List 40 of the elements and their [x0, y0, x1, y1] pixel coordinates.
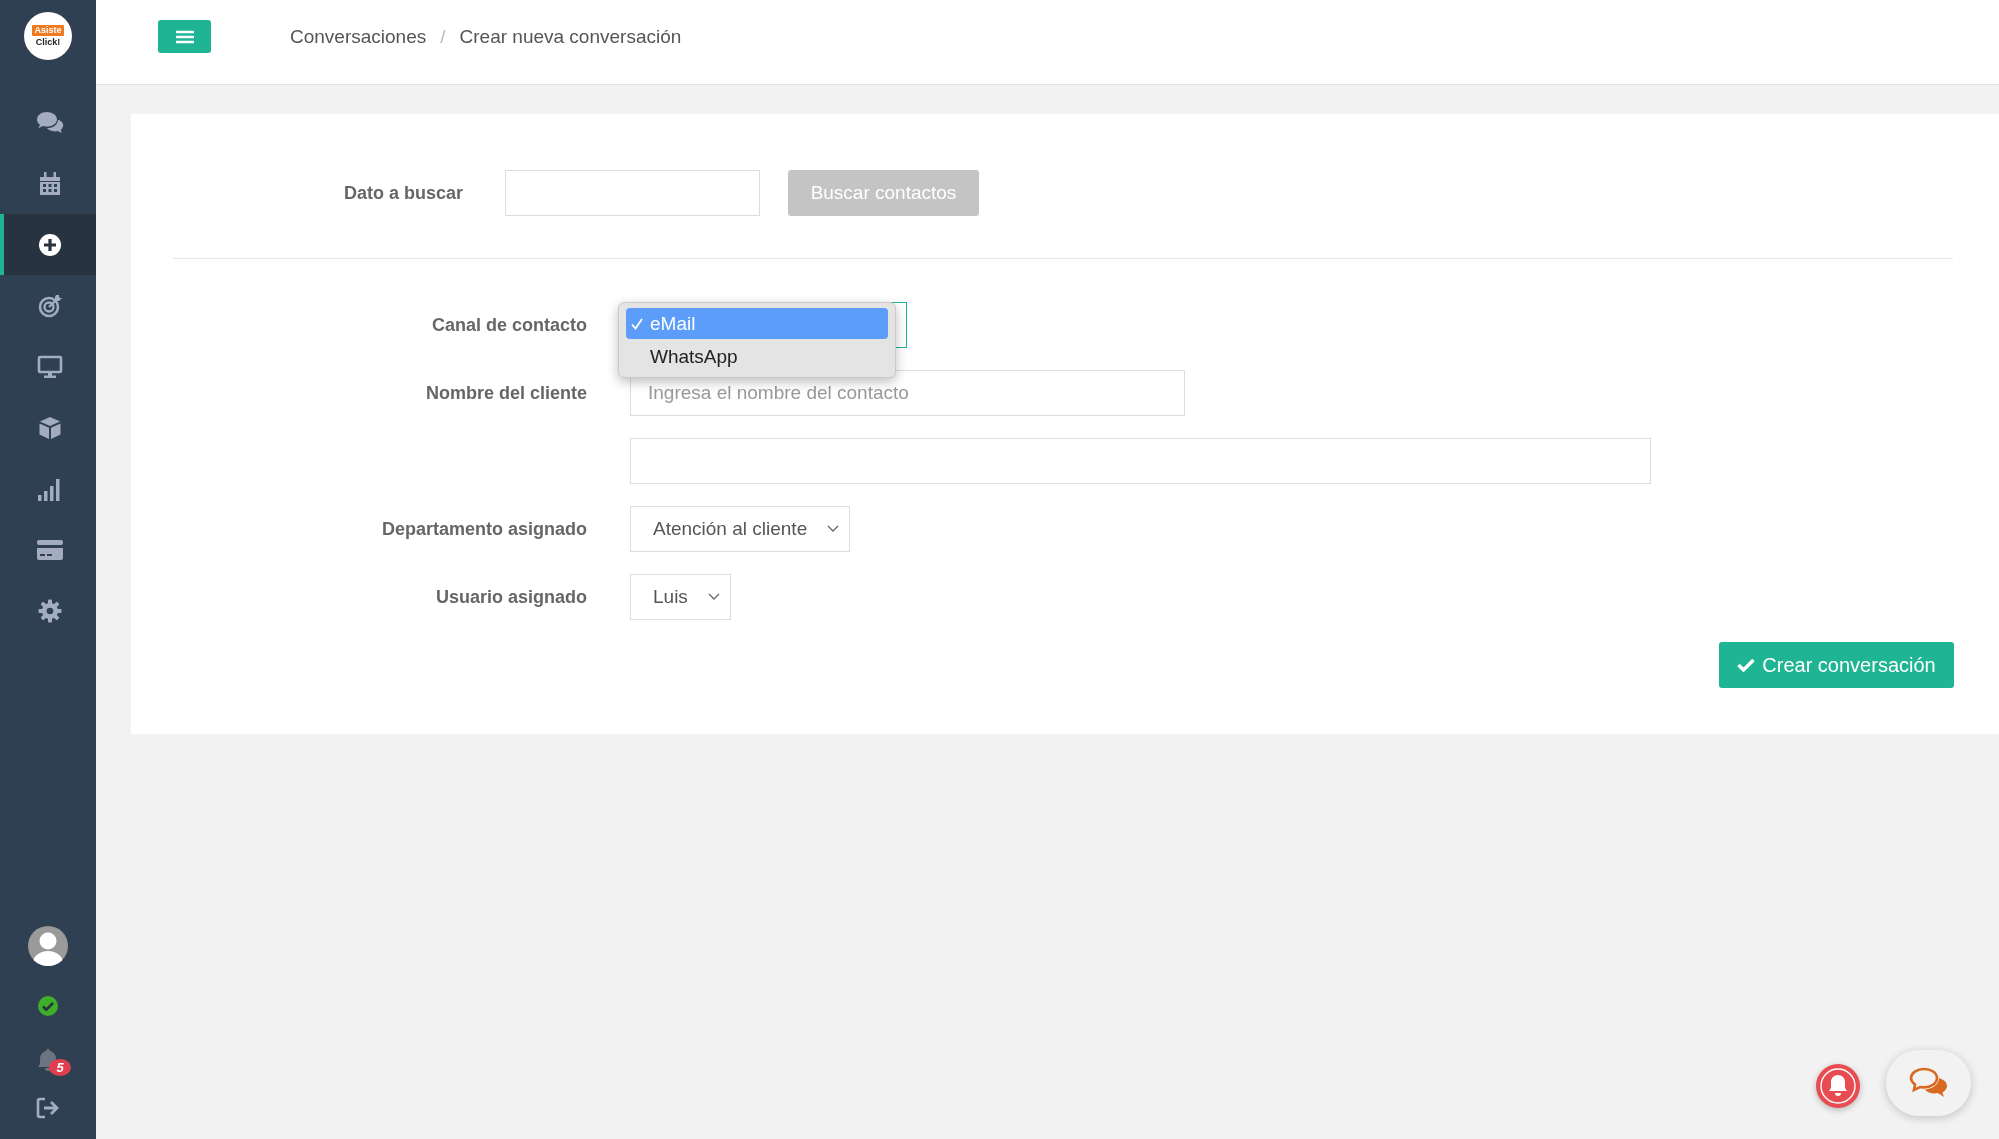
input-field[interactable] [630, 438, 1651, 484]
chat-icon [36, 110, 64, 135]
chevron-down-icon [827, 525, 840, 533]
notifications-button[interactable] [1816, 1064, 1860, 1108]
search-field[interactable] [505, 170, 760, 216]
calendar-icon [39, 171, 61, 196]
logo-text: Asiste [32, 25, 64, 36]
dropdown[interactable]: Atención al cliente [630, 506, 851, 552]
bell-icon [1818, 1066, 1858, 1106]
sidebar-nav-item[interactable] [0, 214, 96, 275]
target-icon [38, 293, 62, 318]
dropdown[interactable]: Luis [630, 574, 731, 620]
menu-icon [175, 29, 194, 44]
chat-button[interactable] [1886, 1050, 1971, 1116]
dropdown-option[interactable]: WhatsApp [626, 341, 888, 372]
notification-badge: 5 [49, 1059, 71, 1076]
check-icon [630, 316, 644, 331]
cube-icon [38, 415, 62, 440]
signal-bars-icon [37, 476, 63, 501]
breadcrumb-separator: / [440, 25, 446, 48]
field-label: Canal de contacto [431, 314, 587, 336]
field-label: Usuario asignado [435, 586, 587, 608]
logout-icon[interactable] [36, 1097, 60, 1119]
field-label: Dato a buscar [342, 182, 463, 204]
app-logo[interactable]: Asiste Click! [24, 12, 72, 60]
plus-icon [38, 232, 62, 257]
chevron-down-icon [707, 593, 720, 601]
name-field[interactable]: Ingresa el nombre del contacto [630, 370, 1185, 416]
credit-card-icon [37, 539, 63, 560]
breadcrumb-item: Crear nueva conversación [459, 25, 682, 48]
check-icon [1737, 658, 1756, 672]
monitor-icon [37, 354, 63, 379]
field-label: Departamento asignado [381, 518, 587, 540]
menu-button[interactable] [158, 20, 211, 53]
online-status-icon[interactable] [37, 995, 59, 1017]
logo-text: Click! [35, 37, 61, 47]
chat-icon [1908, 1067, 1949, 1099]
user-avatar[interactable] [27, 925, 69, 967]
breadcrumb-item[interactable]: Conversaciones [290, 25, 427, 48]
field-label: Nombre del cliente [425, 382, 587, 404]
